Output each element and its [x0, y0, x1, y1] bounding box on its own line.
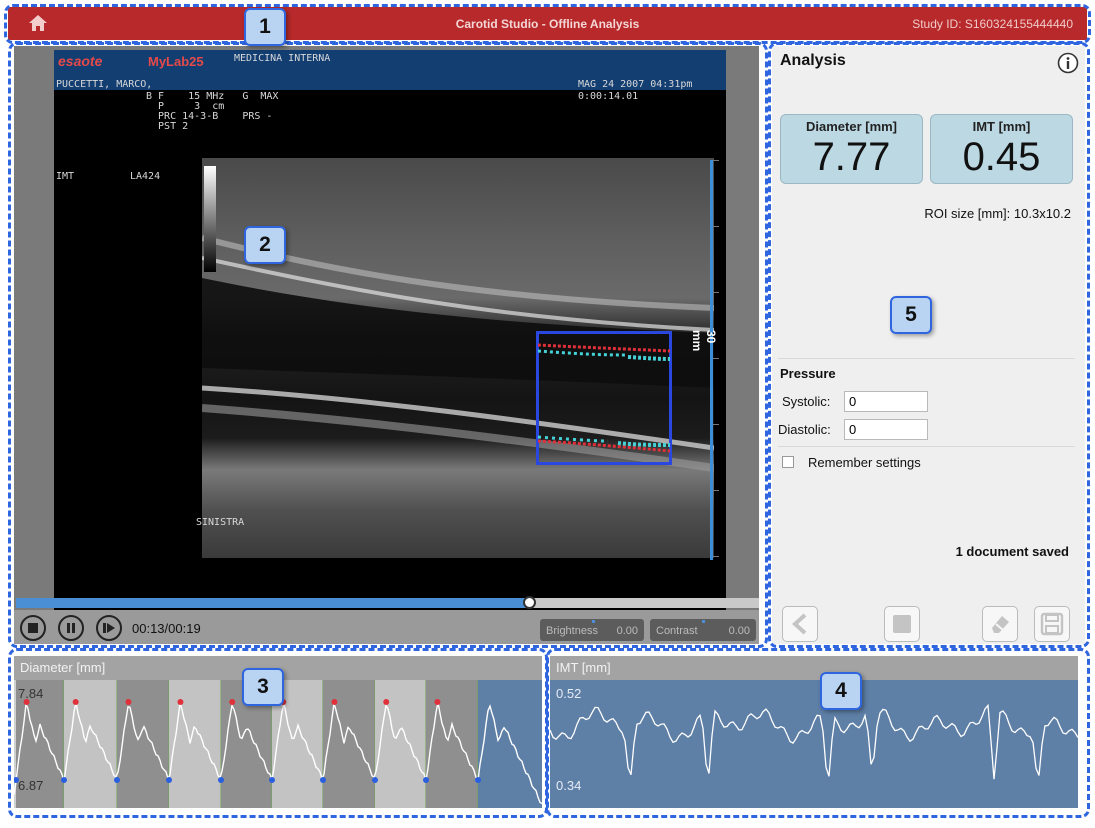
diameter-max-label: 7.84: [18, 686, 44, 701]
diameter-min-label: 6.87: [18, 778, 44, 793]
region-5-outline: [768, 42, 1090, 648]
region-2-outline: [8, 42, 768, 648]
badge-5: 5: [890, 296, 932, 334]
imt-min-label: 0.34: [556, 778, 582, 793]
badge-4: 4: [820, 672, 862, 710]
region-4-outline: [546, 648, 1090, 818]
badge-2: 2: [244, 226, 286, 264]
badge-1: 1: [244, 8, 286, 46]
region-1-outline: [4, 4, 1091, 44]
imt-max-label: 0.52: [556, 686, 582, 701]
badge-3: 3: [242, 668, 284, 706]
